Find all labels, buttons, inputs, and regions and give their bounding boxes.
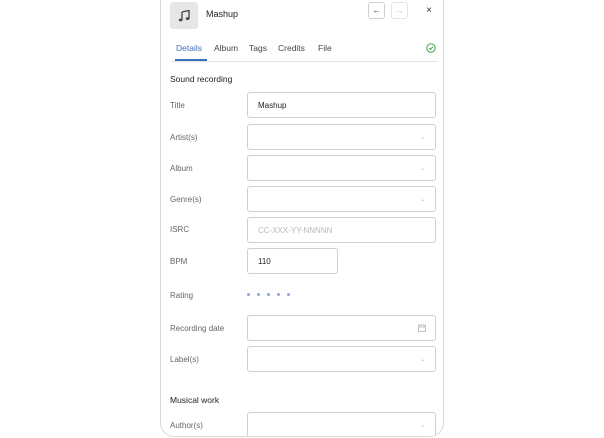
artists-select[interactable]: ⌄ [247,124,436,150]
album-select[interactable]: ⌄ [247,155,436,181]
tab-tags[interactable]: Tags [249,43,267,53]
star-icon[interactable] [267,293,270,296]
track-details-panel: Mashup ← → × Details Album Tags Credits … [160,0,444,437]
isrc-input[interactable]: CC-XXX-YY-NNNNN [247,217,436,243]
tab-bar: Details Album Tags Credits File [170,39,438,62]
arrow-left-icon: ← [372,6,381,15]
tab-album[interactable]: Album [214,43,238,53]
chevron-down-icon: ⌄ [419,423,425,429]
labels-select[interactable]: ⌄ [247,346,436,372]
chevron-down-icon: ⌄ [419,166,425,172]
section-sound-recording: Sound recording [170,74,233,84]
close-button[interactable]: × [422,3,436,17]
track-thumbnail [170,2,198,29]
labels-label: Label(s) [170,355,199,364]
authors-label: Author(s) [170,421,203,430]
tab-file[interactable]: File [318,43,332,53]
isrc-label: ISRC [170,225,190,234]
chevron-down-icon: ⌄ [419,197,425,203]
track-title: Mashup [206,9,239,19]
next-button[interactable]: → [391,2,408,19]
chevron-down-icon: ⌄ [419,135,425,141]
title-input[interactable]: Mashup [247,92,436,118]
authors-select[interactable]: ⌄ [247,412,436,436]
star-icon[interactable] [257,293,260,296]
bpm-value: 110 [258,257,271,266]
arrow-right-icon: → [395,6,404,15]
star-icon[interactable] [247,293,250,296]
star-icon[interactable] [287,293,290,296]
tab-details[interactable]: Details [176,43,202,53]
isrc-placeholder: CC-XXX-YY-NNNNN [258,226,333,235]
close-icon: × [426,4,432,16]
chevron-down-icon: ⌄ [419,357,425,363]
music-note-icon [178,9,190,21]
star-icon[interactable] [277,293,280,296]
title-label: Title [170,101,185,110]
active-tab-indicator [175,59,207,61]
previous-button[interactable]: ← [368,2,385,19]
album-label: Album [170,164,193,173]
recording-date-input[interactable] [247,315,436,341]
artists-label: Artist(s) [170,133,198,142]
bpm-label: BPM [170,257,188,266]
check-circle-icon [426,43,436,53]
recording-date-label: Recording date [170,324,225,333]
bpm-input[interactable]: 110 [247,248,338,274]
calendar-icon[interactable] [418,324,426,332]
panel-header: Mashup ← → × [161,0,443,34]
genres-select[interactable]: ⌄ [247,186,436,212]
tab-credits[interactable]: Credits [278,43,305,53]
section-musical-work: Musical work [170,395,220,405]
genres-label: Genre(s) [170,195,202,204]
rating-label: Rating [170,291,194,300]
title-value: Mashup [258,101,287,110]
rating-stars[interactable] [247,291,290,299]
